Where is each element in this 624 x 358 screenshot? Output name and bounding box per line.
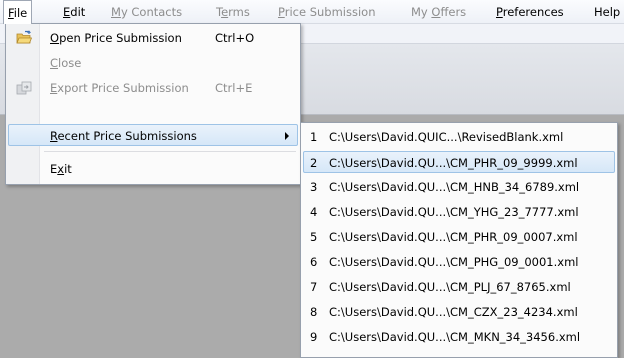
submenu-arrow-icon [285,132,289,140]
open-folder-icon [16,30,32,44]
recent-file-path: C:\Users\David.QU...\CM_PHG_09_0001.xml [329,255,579,269]
recent-file-item[interactable]: 2 C:\Users\David.QU...\CM_PHR_09_9999.xm… [303,151,615,173]
menu-terms-label: rms [228,5,250,19]
menu-price-submission-mnemonic: P [278,5,285,19]
menu-preferences-label: references [502,5,564,19]
menu-my-offers-prefix: My [411,5,432,19]
recent-file-item[interactable]: 8 C:\Users\David.QU...\CM_CZX_23_4234.xm… [303,301,615,323]
recent-file-path: C:\Users\David.QU...\CM_MKN_34_3456.xml [329,330,581,344]
recent-file-number: 5 [310,230,318,244]
menu-price-submission[interactable]: Price Submission [278,4,376,20]
menu-my-contacts-label: y Contacts [120,5,183,19]
menu-edit[interactable]: Edit [63,4,85,20]
recent-file-number: 9 [310,330,318,344]
open-label: pen Price Submission [59,31,182,45]
recent-file-path: C:\Users\David.QU...\CM_CZX_23_4234.xml [329,305,578,319]
recent-label: ecent Price Submissions [57,129,197,143]
recent-file-item[interactable]: 7 C:\Users\David.QU...\CM_PLJ_67_8765.xm… [303,276,615,298]
exit-item[interactable]: Exit [8,158,298,180]
file-menu: Open Price Submission Ctrl+O Close Expor… [5,23,301,185]
menu-my-contacts[interactable]: My Contacts [111,4,182,20]
close-item[interactable]: Close [8,52,298,74]
recent-price-submissions-item[interactable]: Recent Price Submissions [8,124,298,146]
recent-file-path: C:\Users\David.QU...\CM_HNB_34_6789.xml [329,180,580,194]
recent-file-path: C:\Users\David.QU...\CM_YHG_23_7777.xml [329,205,579,219]
recent-file-item[interactable]: 6 C:\Users\David.QU...\CM_PHG_09_0001.xm… [303,251,615,273]
export-icon [16,81,32,95]
recent-file-number: 7 [310,280,318,294]
open-mnemonic: O [50,31,60,45]
menu-preferences[interactable]: Preferences [496,4,564,20]
export-label: xport Price Submission [57,81,189,95]
recent-file-path: C:\Users\David.QU...\CM_PLJ_67_8765.xml [329,280,571,294]
recent-file-path: C:\Users\David.QU...\CM_PHR_09_0007.xml [329,230,578,244]
recent-file-item[interactable]: 9 C:\Users\David.QU...\CM_MKN_34_3456.xm… [303,326,615,348]
recent-file-item[interactable]: 3 C:\Users\David.QU...\CM_HNB_34_6789.xm… [303,176,615,198]
recent-file-path: C:\Users\David.QU...\CM_PHR_09_9999.xml [329,156,578,170]
menu-bar: File Edit My Contacts Terms Price Submis… [0,0,624,24]
menu-terms[interactable]: Terms [216,4,250,20]
recent-file-number: 4 [310,205,318,219]
export-price-submission-item[interactable]: Export Price Submission Ctrl+E [8,77,298,99]
recent-file-number: 3 [310,180,318,194]
menu-help[interactable]: Help [594,4,620,20]
exit-label: it [64,162,72,176]
menu-my-offers-label: ffers [440,5,467,19]
open-price-submission-item[interactable]: Open Price Submission Ctrl+O [8,27,298,49]
menu-my-offers[interactable]: My Offers [411,4,466,20]
recent-file-number: 2 [310,156,318,170]
menu-price-submission-label: rice Submission [284,5,376,19]
recent-submissions-submenu: 1 C:\Users\David.QUIC...\RevisedBlank.xm… [300,122,618,358]
open-shortcut: Ctrl+O [215,31,255,45]
recent-file-number: 8 [310,305,318,319]
close-mnemonic: C [50,56,59,70]
menu-file-label: ile [13,6,28,20]
recent-file-path: C:\Users\David.QUIC...\RevisedBlank.xml [329,130,564,144]
menu-my-contacts-mnemonic: M [111,5,121,19]
menu-help-label: Help [594,5,621,19]
menu-preferences-mnemonic: P [496,5,503,19]
export-shortcut: Ctrl+E [215,81,253,95]
recent-file-item[interactable]: 1 C:\Users\David.QUIC...\RevisedBlank.xm… [303,126,615,148]
recent-file-number: 6 [310,255,318,269]
menu-file[interactable]: File [3,0,33,24]
recent-file-item[interactable]: 5 C:\Users\David.QU...\CM_PHR_09_0007.xm… [303,226,615,248]
recent-file-item[interactable]: 4 C:\Users\David.QU...\CM_YHG_23_7777.xm… [303,201,615,223]
close-label: lose [58,56,82,70]
recent-file-number: 1 [310,130,318,144]
menu-separator [44,151,296,152]
menu-edit-label: dit [70,5,86,19]
